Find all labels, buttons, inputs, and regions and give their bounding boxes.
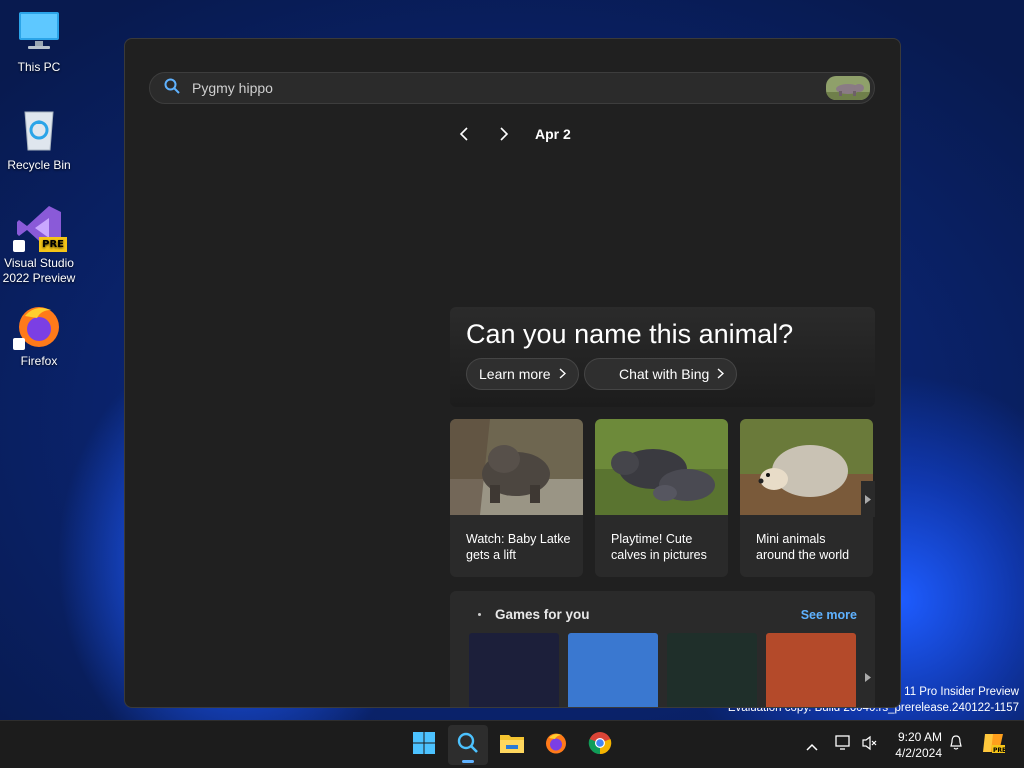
firefox-icon xyxy=(13,302,63,350)
previous-day-button[interactable] xyxy=(455,125,473,143)
games-dot-icon xyxy=(478,613,481,616)
hero-card: Can you name this animal? Learn more Cha… xyxy=(450,307,875,407)
clock-time: 9:20 AM xyxy=(897,730,942,744)
search-box[interactable] xyxy=(149,72,875,104)
game-tile[interactable] xyxy=(568,633,658,707)
svg-text:PRE: PRE xyxy=(993,747,1005,754)
search-icon xyxy=(457,732,479,758)
games-title: Games for you xyxy=(495,607,590,622)
news-card[interactable]: Playtime! Cute calves in pictures xyxy=(595,419,728,577)
folder-icon xyxy=(500,733,524,757)
shortcut-arrow-icon xyxy=(13,240,25,252)
bell-icon xyxy=(949,735,963,755)
search-input[interactable] xyxy=(192,80,792,96)
cards-scroll-right-button[interactable] xyxy=(861,481,875,517)
shortcut-arrow-icon xyxy=(13,338,25,350)
desktop-icon-recycle-bin[interactable]: Recycle Bin xyxy=(2,106,76,173)
chat-with-bing-button[interactable]: Chat with Bing xyxy=(584,358,738,390)
desktop-icon-label: This PC xyxy=(17,60,61,74)
card-image-hippo-calves xyxy=(595,419,728,515)
desktop-icon-label: Recycle Bin xyxy=(7,158,71,172)
news-card[interactable]: Watch: Baby Latke gets a lift xyxy=(450,419,583,577)
volume-button[interactable] xyxy=(860,735,880,755)
game-tile[interactable] xyxy=(469,633,559,707)
firefox-icon xyxy=(544,731,568,759)
search-icon xyxy=(164,78,180,98)
learn-more-button[interactable]: Learn more xyxy=(466,358,579,390)
games-section: Games for you See more xyxy=(450,591,875,707)
chevron-right-icon xyxy=(559,366,566,382)
game-tile[interactable] xyxy=(667,633,757,707)
news-card[interactable]: Mini animals around the world xyxy=(740,419,873,577)
network-icon xyxy=(835,735,853,755)
speaker-muted-icon xyxy=(862,735,878,755)
chat-with-bing-label: Chat with Bing xyxy=(619,366,710,382)
desktop-icon-label: Firefox xyxy=(20,354,58,368)
date-navigation: Apr 2 xyxy=(455,125,571,143)
desktop-icon-label: Visual Studio 2022 Preview xyxy=(2,256,76,285)
clock-date: 4/2/2024 xyxy=(895,746,942,760)
visual-studio-icon: PRE xyxy=(13,204,67,252)
next-day-button[interactable] xyxy=(495,125,513,143)
search-highlight-image[interactable] xyxy=(826,76,870,100)
monitor-icon xyxy=(15,8,63,56)
notifications-button[interactable] xyxy=(946,735,966,755)
card-caption: Watch: Baby Latke gets a lift xyxy=(466,532,571,562)
network-status-button[interactable] xyxy=(834,735,854,755)
taskbar-search-button[interactable] xyxy=(448,725,488,765)
card-image-hippo xyxy=(450,419,583,515)
desktop-icon-firefox[interactable]: Firefox xyxy=(2,302,76,369)
taskbar-clock[interactable]: 9:20 AM 4/2/2024 xyxy=(888,729,942,761)
preview-badge: PRE xyxy=(39,237,67,252)
current-date-label: Apr 2 xyxy=(535,126,571,142)
hero-title: Can you name this animal? xyxy=(466,319,794,349)
chrome-taskbar-button[interactable] xyxy=(580,725,620,765)
start-button[interactable] xyxy=(404,725,444,765)
chrome-icon xyxy=(588,731,612,759)
see-more-link[interactable]: See more xyxy=(801,608,857,622)
game-tiles xyxy=(469,633,856,707)
card-caption: Mini animals around the world xyxy=(756,532,850,562)
copilot-preview-button[interactable]: PRE xyxy=(980,732,1006,758)
file-explorer-button[interactable] xyxy=(492,725,532,765)
show-hidden-icons-button[interactable] xyxy=(802,735,822,755)
chevron-up-icon xyxy=(806,736,818,755)
game-tile[interactable] xyxy=(766,633,856,707)
news-cards: Watch: Baby Latke gets a lift Playtime! … xyxy=(450,419,873,577)
card-image-hedgehog xyxy=(740,419,873,515)
recycle-bin-icon xyxy=(15,106,63,154)
desktop-icon-this-pc[interactable]: This PC xyxy=(2,8,76,75)
games-scroll-right-button[interactable] xyxy=(861,659,875,695)
learn-more-label: Learn more xyxy=(479,366,551,382)
desktop-icon-visual-studio[interactable]: PRE Visual Studio 2022 Preview xyxy=(2,204,76,286)
taskbar: 9:20 AM 4/2/2024 PRE xyxy=(0,720,1024,768)
chevron-right-icon xyxy=(717,366,725,382)
card-caption: Playtime! Cute calves in pictures xyxy=(611,532,707,562)
firefox-taskbar-button[interactable] xyxy=(536,725,576,765)
search-panel: Apr 2 Can you name this animal? Learn mo… xyxy=(124,38,901,708)
windows-logo-icon xyxy=(413,732,435,758)
copilot-icon: PRE xyxy=(981,732,1006,758)
